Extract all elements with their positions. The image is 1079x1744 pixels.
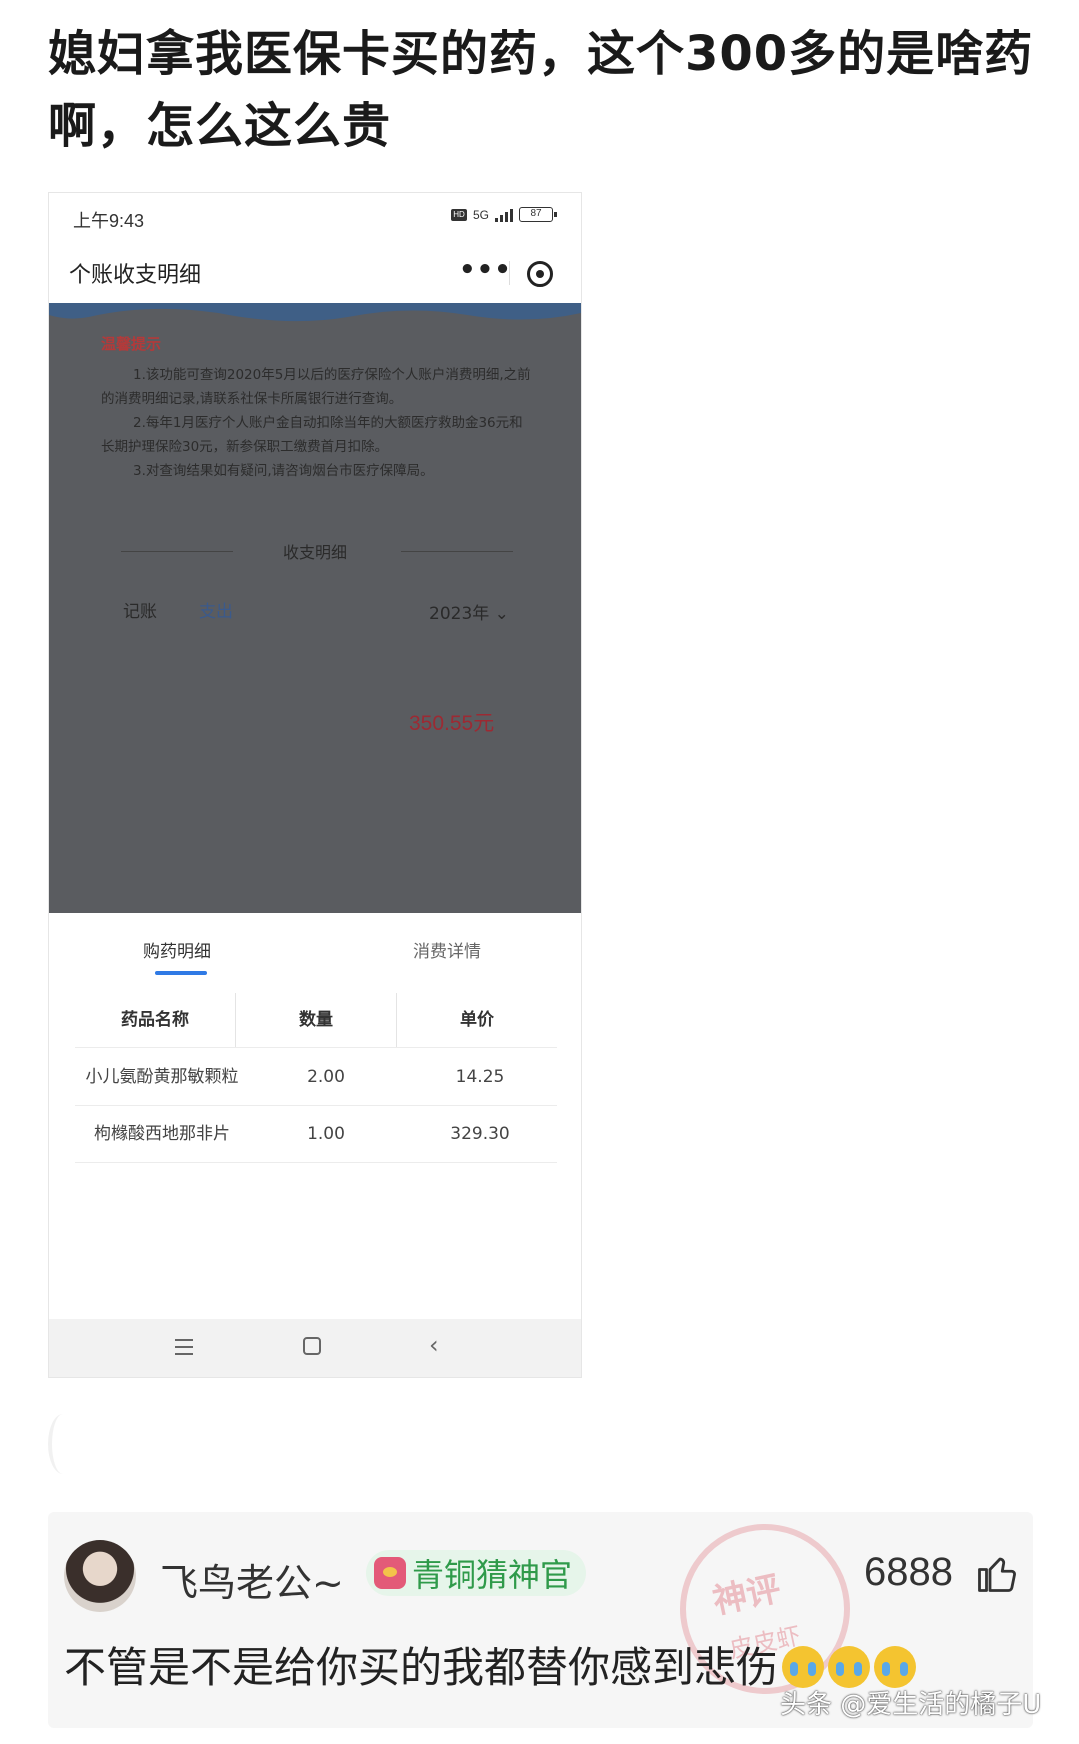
status-icons: HD 5G 87 bbox=[450, 207, 557, 222]
thumbs-up-icon[interactable] bbox=[976, 1552, 1018, 1594]
system-nav-bar: ‹ bbox=[49, 1319, 581, 1377]
drug-name: 枸橼酸西地那非片 bbox=[94, 1124, 230, 1144]
stamp-top-text: 神评 bbox=[709, 1568, 785, 1623]
watermark: 头条 @爱生活的橘子U bbox=[780, 1690, 1042, 1720]
tips-title: 温馨提示 bbox=[101, 335, 162, 353]
avatar[interactable] bbox=[64, 1540, 136, 1612]
badge-icon bbox=[374, 1557, 406, 1589]
tab-consume-detail[interactable]: 消费详情 bbox=[413, 937, 481, 962]
drug-table: 药品名称 数量 单价 小儿氨酚黄那敏颗粒 2.00 14.25 枸橼酸西地那非片… bbox=[75, 993, 557, 1163]
tab-record[interactable]: 记账 bbox=[123, 597, 157, 622]
close-miniapp-icon[interactable] bbox=[527, 261, 553, 287]
page-title: 个账收支明细 bbox=[69, 263, 202, 288]
tab-expense[interactable]: 支出 bbox=[199, 597, 233, 622]
username[interactable]: 飞鸟老公~ bbox=[160, 1552, 344, 1607]
crying-emoji-icon bbox=[874, 1646, 917, 1688]
signal-icon bbox=[495, 208, 513, 222]
table-row: 枸橼酸西地那非片 1.00 329.30 bbox=[75, 1105, 557, 1163]
tab-active-indicator bbox=[155, 971, 207, 975]
more-icon[interactable]: ••• bbox=[459, 255, 512, 285]
hd-icon: HD bbox=[450, 208, 467, 221]
post-title: 媳妇拿我医保卡买的药，这个300多的是啥药啊，怎么这么贵 bbox=[48, 26, 1034, 154]
home-icon[interactable] bbox=[303, 1337, 321, 1355]
wave-decoration bbox=[49, 303, 581, 322]
drug-unit-price: 329.30 bbox=[450, 1124, 510, 1144]
like-count: 6888 bbox=[864, 1550, 953, 1594]
tab-purchase-detail[interactable]: 购药明细 bbox=[143, 937, 211, 962]
year-select[interactable]: 2023年 ⌄ bbox=[429, 599, 509, 624]
crying-emoji-icon bbox=[828, 1646, 871, 1688]
divider bbox=[509, 261, 510, 285]
dimmed-overlay: 温馨提示 1.该功能可查询2020年5月以后的医疗保险个人账户消费明细,之前的消… bbox=[49, 303, 581, 913]
badge-label: 青铜猜神官 bbox=[412, 1556, 573, 1594]
app-bar: 个账收支明细 ••• bbox=[49, 245, 581, 301]
year-value: 2023年 bbox=[429, 604, 490, 624]
section-line-right bbox=[401, 551, 513, 552]
back-icon[interactable]: ‹ bbox=[429, 1331, 439, 1359]
phone-screenshot: 上午9:43 HD 5G 87 个账收支明细 ••• 温馨提示 1.该功能可查询… bbox=[48, 192, 582, 1378]
chevron-down-icon: ⌄ bbox=[494, 604, 509, 624]
tips-body: 1.该功能可查询2020年5月以后的医疗保险个人账户消费明细,之前的消费明细记录… bbox=[101, 363, 531, 483]
drug-quantity: 1.00 bbox=[307, 1124, 345, 1144]
amount-value: 350.55元 bbox=[409, 712, 495, 735]
tip-item: 3.对查询结果如有疑问,请咨询烟台市医疗保障局。 bbox=[133, 463, 434, 479]
tip-item: 1.该功能可查询2020年5月以后的医疗保险个人账户消费明细,之前的消费明细记录… bbox=[101, 367, 531, 407]
tip-item: 2.每年1月医疗个人账户金自动扣除当年的大额医疗救助金36元和长期护理保险30元… bbox=[101, 415, 523, 455]
drug-quantity: 2.00 bbox=[307, 1066, 345, 1087]
drug-unit-price: 14.25 bbox=[455, 1066, 505, 1087]
column-header: 单价 bbox=[460, 1010, 494, 1030]
table-row: 小儿氨酚黄那敏颗粒 2.00 14.25 bbox=[75, 1047, 557, 1105]
comment-body: 不管是不是给你买的我都替你感到悲伤 bbox=[64, 1643, 779, 1692]
status-time: 上午9:43 bbox=[73, 211, 145, 231]
status-bar: 上午9:43 HD 5G 87 bbox=[49, 193, 581, 241]
menu-icon[interactable] bbox=[175, 1339, 193, 1360]
column-header: 药品名称 bbox=[75, 993, 236, 1047]
table-header: 药品名称 数量 单价 bbox=[75, 993, 557, 1047]
column-header: 数量 bbox=[236, 993, 397, 1047]
network-label: 5G bbox=[472, 207, 489, 222]
crying-emoji-icon bbox=[782, 1646, 825, 1688]
decorative-curve bbox=[48, 1414, 78, 1474]
battery-icon: 87 bbox=[519, 207, 557, 222]
detail-tabs: 购药明细 消费详情 bbox=[49, 913, 581, 983]
drug-name: 小儿氨酚黄那敏颗粒 bbox=[85, 1066, 239, 1087]
user-badge: 青铜猜神官 bbox=[366, 1550, 587, 1596]
